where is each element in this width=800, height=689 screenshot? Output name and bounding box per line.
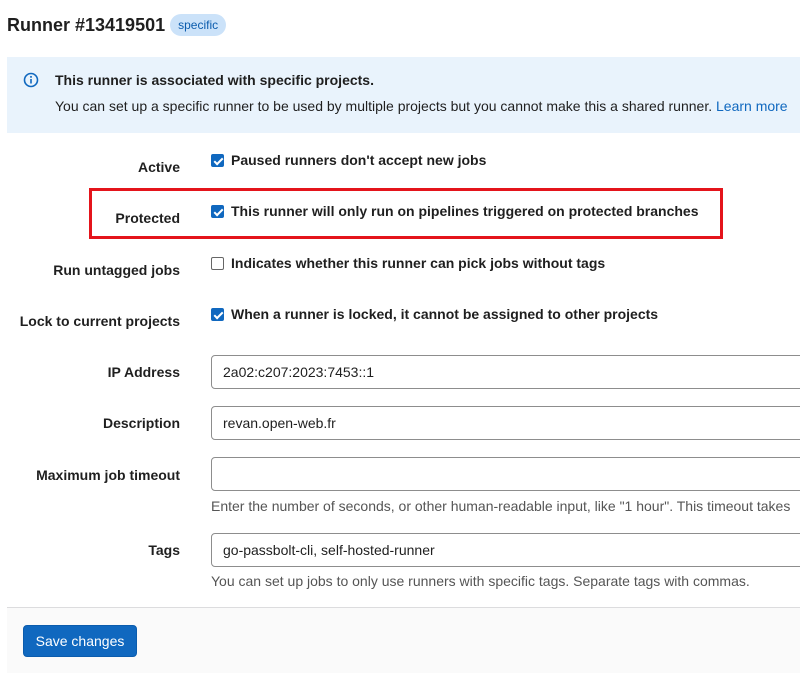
alert-title: This runner is associated with specific … <box>55 72 374 88</box>
protected-label: Protected <box>115 210 180 226</box>
alert-body-text: You can set up a specific runner to be u… <box>55 98 713 114</box>
learn-more-link[interactable]: Learn more <box>716 98 788 114</box>
description-label: Description <box>102 415 180 431</box>
active-checkbox[interactable] <box>211 154 224 167</box>
timeout-help-text: Enter the number of seconds, or other hu… <box>211 498 791 514</box>
protected-checkbox[interactable] <box>211 205 224 218</box>
info-icon <box>23 72 39 88</box>
save-changes-button[interactable]: Save changes <box>23 625 137 657</box>
lock-checkbox[interactable] <box>211 308 224 321</box>
form-footer: Save changes <box>7 607 800 673</box>
ip-address-label: IP Address <box>107 364 180 380</box>
tags-help-text: You can set up jobs to only use runners … <box>211 573 750 589</box>
lock-checkbox-text: When a runner is locked, it cannot be as… <box>231 306 659 322</box>
alert-body: You can set up a specific runner to be u… <box>55 98 788 114</box>
run-untagged-label: Run untagged jobs <box>53 262 180 278</box>
lock-label: Lock to current projects <box>19 313 180 329</box>
page-header: Runner #13419501 specific <box>7 14 227 36</box>
max-timeout-label: Maximum job timeout <box>36 467 180 483</box>
tags-input[interactable] <box>211 533 800 567</box>
tags-label: Tags <box>148 542 180 558</box>
runner-type-badge: specific <box>170 14 227 36</box>
max-timeout-input[interactable] <box>211 457 800 491</box>
info-alert: This runner is associated with specific … <box>7 57 800 133</box>
protected-checkbox-text: This runner will only run on pipelines t… <box>231 203 699 219</box>
ip-address-input[interactable] <box>211 355 800 389</box>
description-input[interactable] <box>211 406 800 440</box>
active-label: Active <box>137 159 180 175</box>
page-title: Runner #13419501 <box>7 14 166 35</box>
active-checkbox-text: Paused runners don't accept new jobs <box>231 152 487 168</box>
run-untagged-checkbox[interactable] <box>211 257 224 270</box>
run-untagged-checkbox-text: Indicates whether this runner can pick j… <box>231 255 606 271</box>
